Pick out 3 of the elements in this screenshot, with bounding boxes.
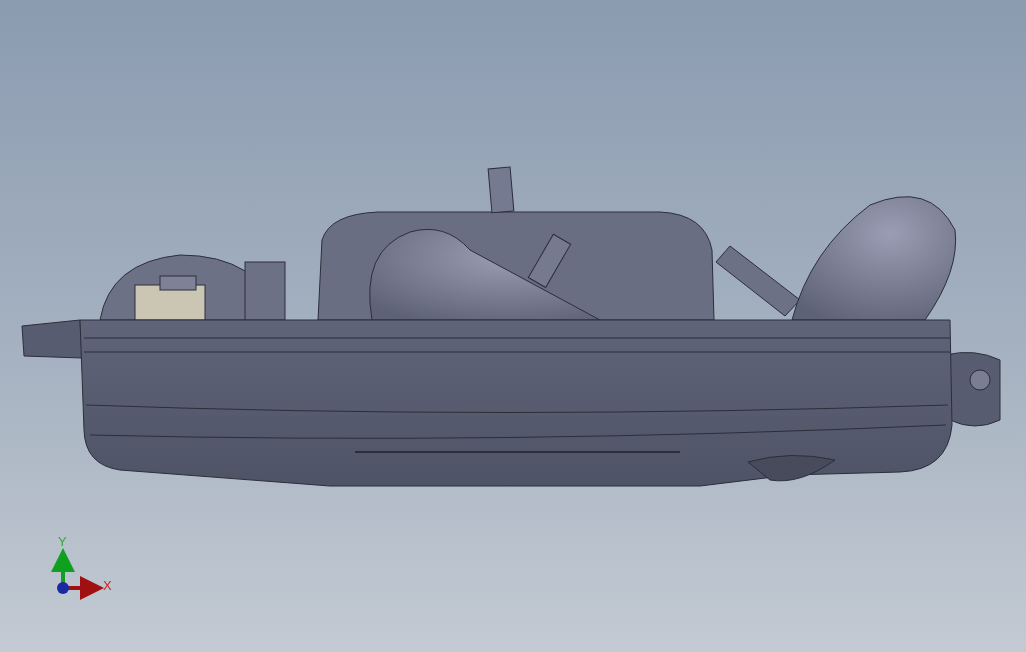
origin-icon (57, 582, 69, 594)
axis-label: Y (58, 534, 67, 549)
axis-label: X (103, 578, 112, 593)
